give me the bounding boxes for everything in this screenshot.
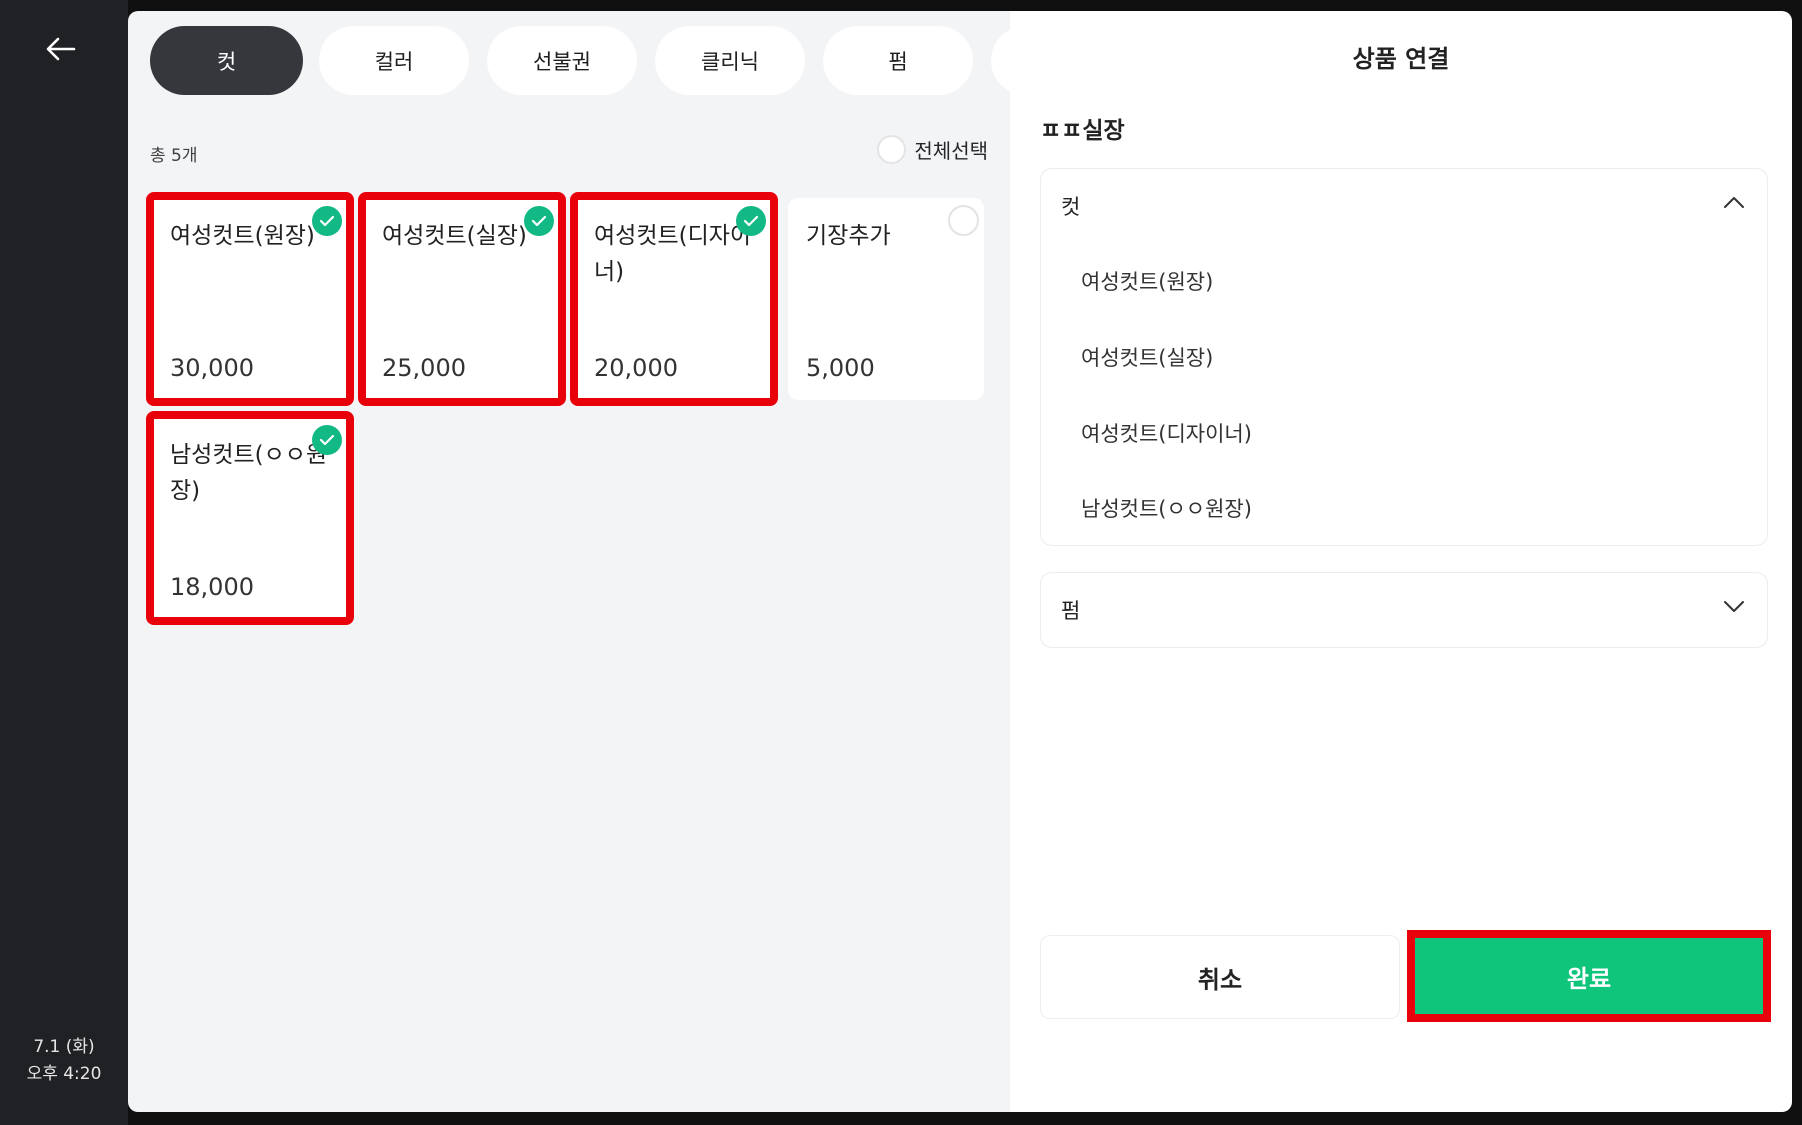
product-card[interactable]: 여성컷트(디자이너) 20,000 (570, 192, 778, 406)
linked-item: 남성컷트(ㅇㅇ원장) (1081, 497, 1252, 521)
group-label: 펌 (1061, 599, 1081, 623)
unchecked-circle-icon (948, 205, 979, 236)
product-link-panel: 상품 연결 ㅍㅍ실장 컷 여성컷트(원장) 여성컷트(실장) 여성컷트(디자이너… (1010, 11, 1792, 1112)
group-label: 컷 (1061, 195, 1081, 219)
product-card[interactable]: 기장추가 5,000 (788, 198, 984, 400)
check-icon (524, 206, 554, 236)
back-button[interactable] (36, 28, 86, 70)
tab-prepaid[interactable]: 선불권 (487, 26, 637, 95)
check-icon (312, 425, 342, 455)
product-list-panel: 컷 컬러 선불권 클리닉 펌 총 5개 전체선택 여성컷트(원장) 30,000… (128, 11, 1010, 1112)
product-card[interactable]: 남성컷트(ㅇㅇ원장) 18,000 (146, 411, 354, 625)
app-root: 7.1 (화) 오후 4:20 컷 컬러 선불권 클리닉 펌 총 5개 전체선택… (0, 0, 1802, 1125)
select-all-radio[interactable] (877, 135, 907, 164)
check-icon (312, 206, 342, 236)
product-name: 여성컷트(실장) (382, 223, 527, 249)
done-button[interactable]: 완료 (1407, 930, 1771, 1022)
chevron-down-icon (1724, 601, 1744, 612)
clock: 7.1 (화) 오후 4:20 (0, 1034, 128, 1088)
linked-group-cut: 컷 여성컷트(원장) 여성컷트(실장) 여성컷트(디자이너) 남성컷트(ㅇㅇ원장… (1040, 168, 1768, 546)
group-header-perm[interactable]: 펌 (1041, 573, 1767, 647)
arrow-left-icon (46, 37, 76, 61)
tab-clinic[interactable]: 클리닉 (655, 26, 805, 95)
product-card[interactable]: 여성컷트(원장) 30,000 (146, 192, 354, 406)
tab-cut[interactable]: 컷 (150, 26, 303, 95)
product-price: 20,000 (594, 354, 678, 382)
clock-time: 오후 4:20 (26, 1064, 102, 1084)
product-price: 18,000 (170, 573, 254, 601)
tab-color[interactable]: 컬러 (319, 26, 469, 95)
linked-item: 여성컷트(실장) (1081, 346, 1214, 370)
check-icon (736, 206, 766, 236)
select-all-toggle[interactable]: 전체선택 (877, 135, 988, 164)
product-name: 여성컷트(디자이너) (594, 223, 752, 285)
product-name: 기장추가 (806, 223, 891, 249)
group-header-cut[interactable]: 컷 (1041, 169, 1767, 243)
clock-date: 7.1 (화) (33, 1037, 95, 1057)
product-name: 여성컷트(원장) (170, 223, 315, 249)
linked-item: 여성컷트(디자이너) (1081, 422, 1252, 446)
tab-perm[interactable]: 펌 (823, 26, 973, 95)
chevron-up-icon (1724, 197, 1744, 208)
product-price: 30,000 (170, 354, 254, 382)
tab-more[interactable] (991, 26, 1010, 95)
category-tabs: 컷 컬러 선불권 클리닉 펌 (150, 26, 1010, 96)
cancel-button[interactable]: 취소 (1040, 935, 1400, 1019)
panel-title: 상품 연결 (1352, 45, 1450, 73)
product-count: 총 5개 (150, 146, 198, 166)
product-card[interactable]: 여성컷트(실장) 25,000 (358, 192, 566, 406)
product-price: 25,000 (382, 354, 466, 382)
linked-item: 여성컷트(원장) (1081, 270, 1214, 294)
product-name: 남성컷트(ㅇㅇ원장) (170, 442, 328, 504)
staff-name: ㅍㅍ실장 (1040, 118, 1125, 144)
linked-group-perm: 펌 (1040, 572, 1768, 648)
side-rail: 7.1 (화) 오후 4:20 (0, 0, 128, 1125)
select-all-label: 전체선택 (914, 139, 988, 163)
product-price: 5,000 (806, 354, 875, 382)
